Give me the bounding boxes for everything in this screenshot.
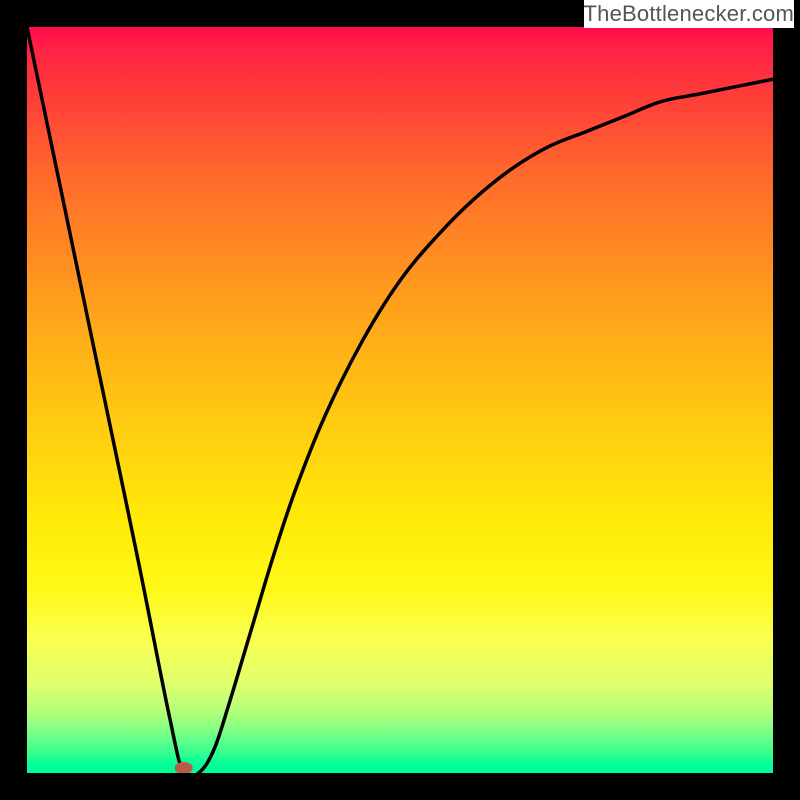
minimum-marker — [175, 762, 193, 773]
bottleneck-curve-path — [27, 27, 773, 773]
chart-svg-layer — [27, 27, 773, 773]
chart-plot-area — [27, 27, 773, 773]
chart-outer-frame: TheBottlenecker.com — [0, 0, 800, 800]
attribution-label: TheBottlenecker.com — [584, 0, 794, 28]
